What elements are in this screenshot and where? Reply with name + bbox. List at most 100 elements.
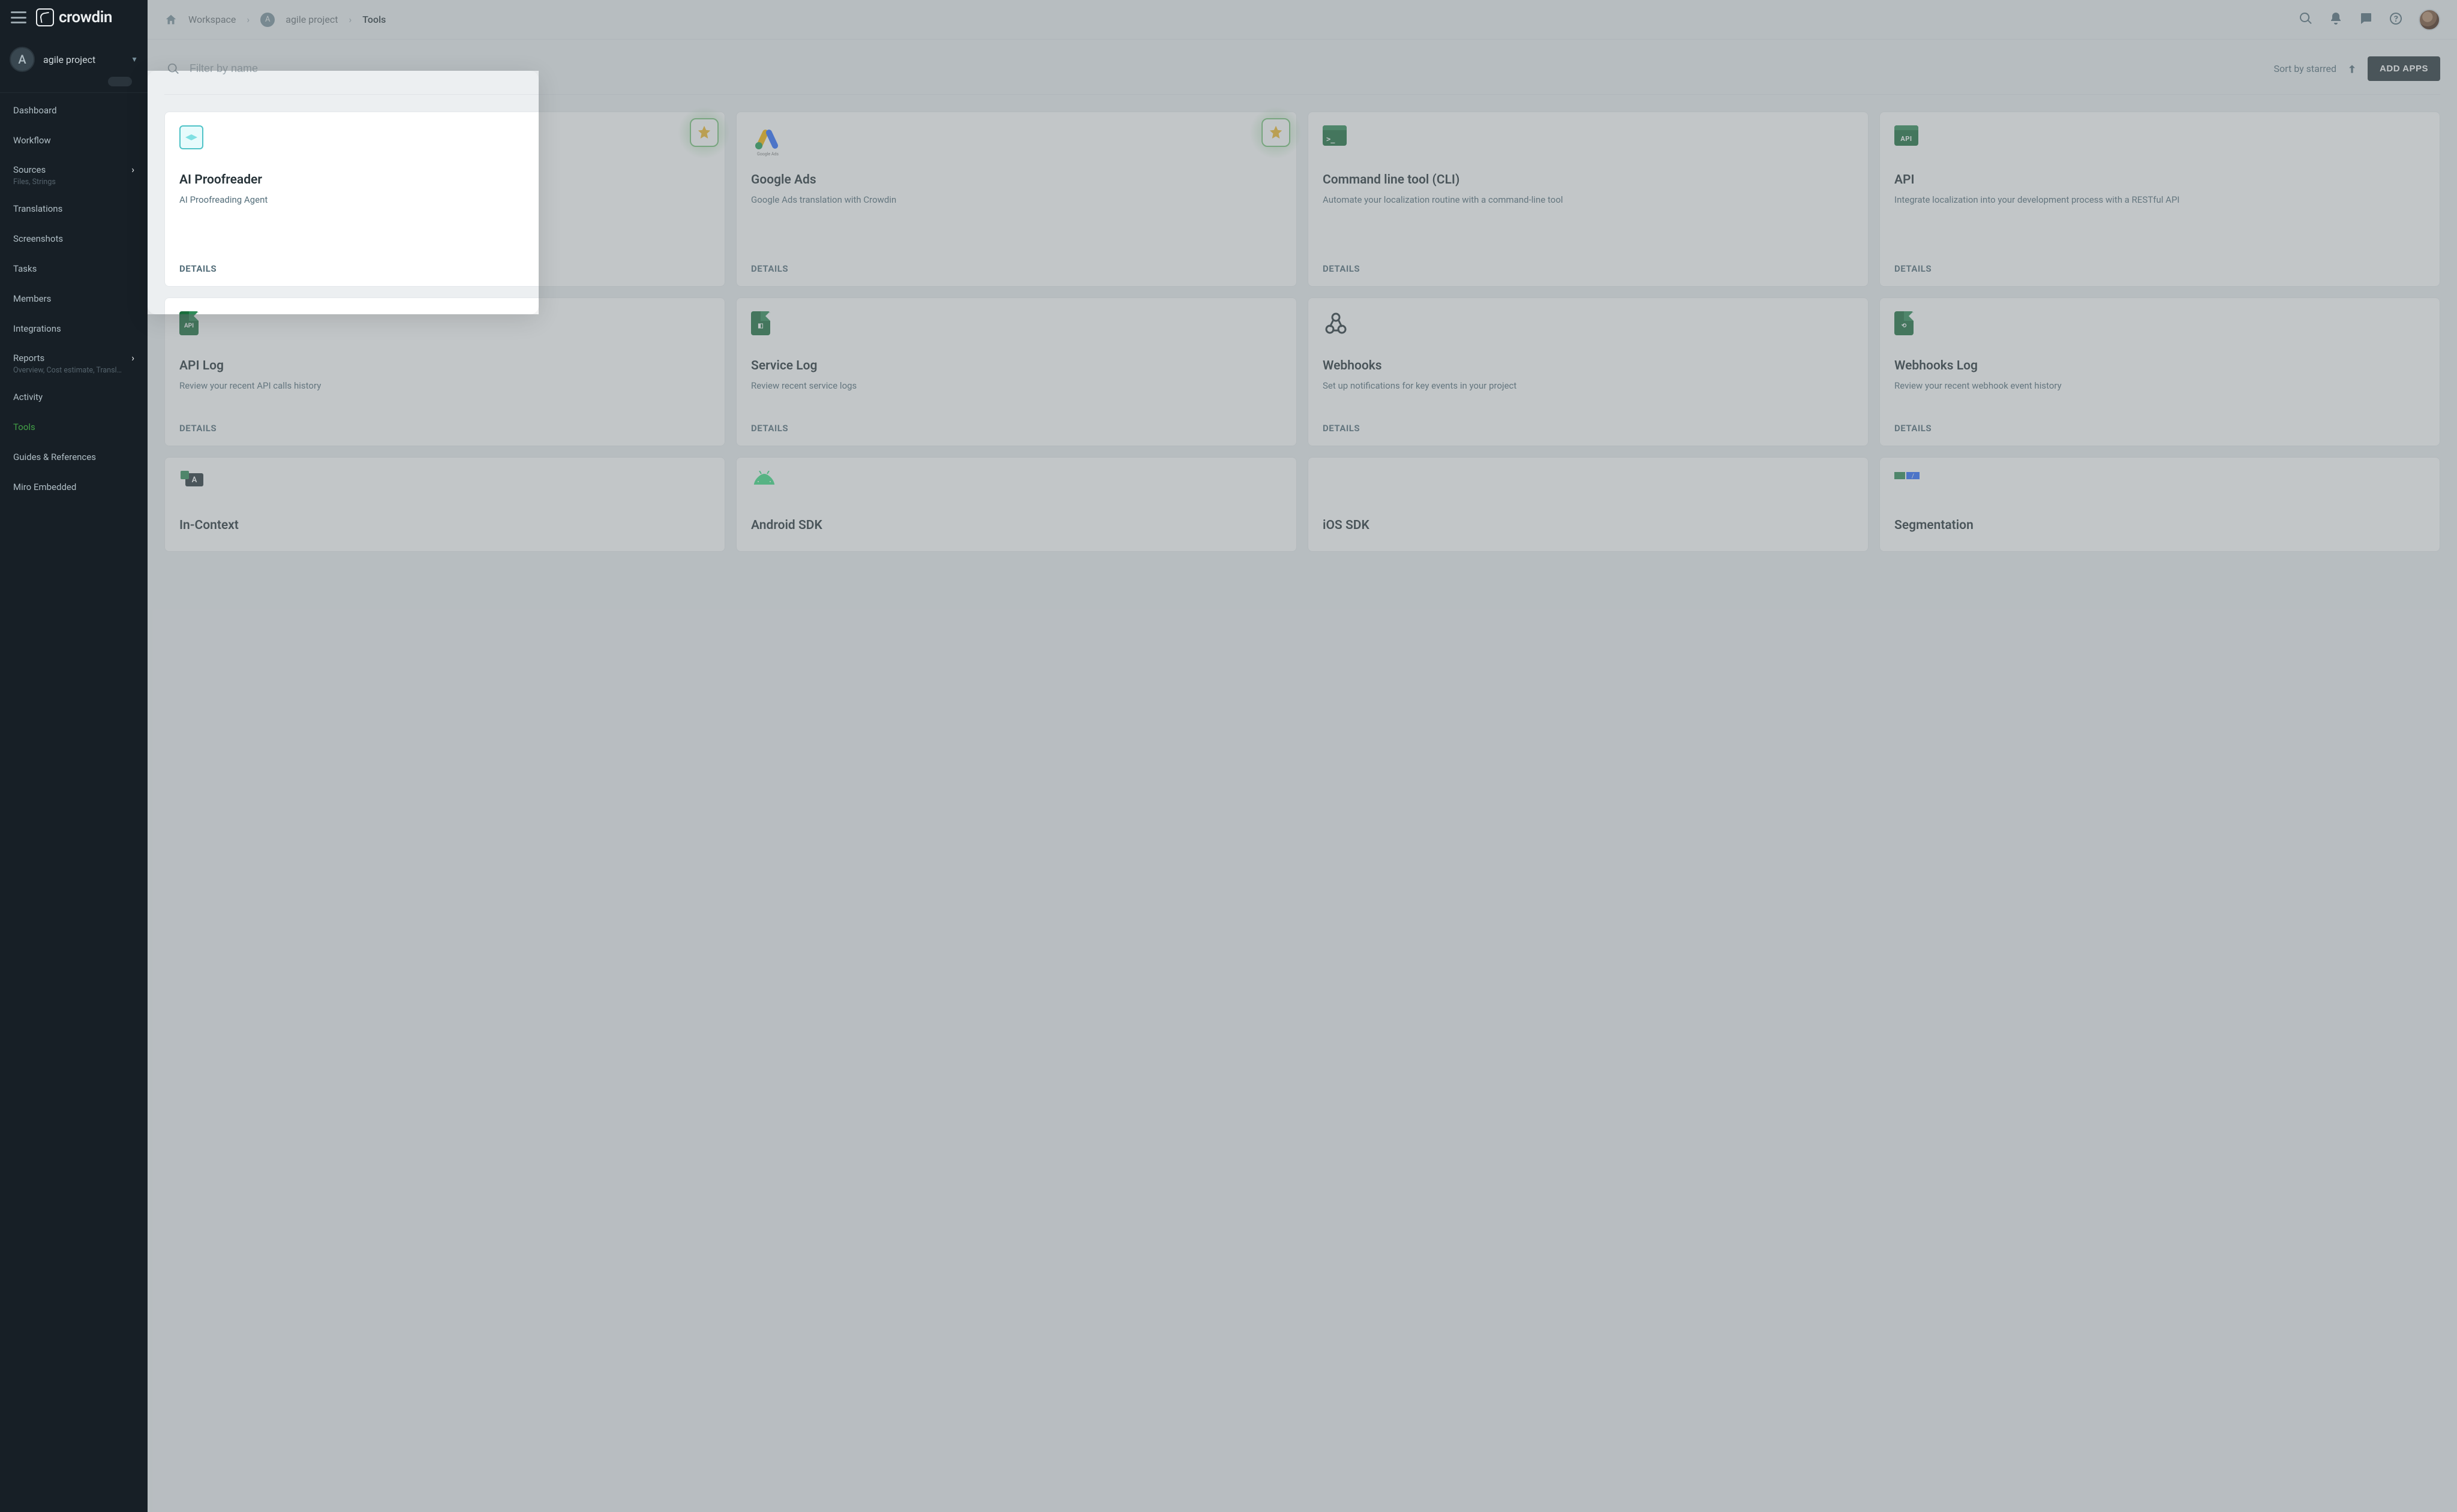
- sidebar-item-screenshots[interactable]: Screenshots: [0, 224, 148, 254]
- sidebar-item-integrations[interactable]: Integrations: [0, 314, 148, 344]
- brand-mark-icon: [36, 8, 54, 26]
- sidebar-item-workflow[interactable]: Workflow: [0, 125, 148, 155]
- card-desc: AI Proofreading Agent: [179, 194, 710, 207]
- card-desc: Google Ads translation with Crowdin: [751, 194, 1282, 207]
- card-title: API Log: [179, 358, 710, 374]
- sidebar-item-dashboard[interactable]: Dashboard: [0, 95, 148, 125]
- sidebar-item-label: Guides & References: [13, 452, 96, 462]
- card-title: Android SDK: [751, 518, 1282, 533]
- home-icon[interactable]: [164, 13, 178, 26]
- search-icon[interactable]: [2299, 11, 2313, 28]
- chevron-right-icon: ›: [247, 14, 250, 25]
- arrow-up-icon[interactable]: [2346, 63, 2358, 75]
- breadcrumb-project[interactable]: agile project: [286, 14, 338, 25]
- star-icon[interactable]: [1261, 118, 1290, 147]
- main: Workspace › A agile project › Tools: [148, 0, 2457, 1512]
- search-field[interactable]: [167, 62, 2264, 76]
- sidebar-item-translations[interactable]: Translations: [0, 194, 148, 224]
- card-title: Webhooks: [1323, 358, 1854, 374]
- card-google-ads[interactable]: Google Ads Google Ads Google Ads transla…: [736, 112, 1297, 287]
- sidebar: crowdin A agile project ▼ Dashboard Work…: [0, 0, 148, 1512]
- api-icon: [1894, 125, 1918, 146]
- details-button[interactable]: DETAILS: [1323, 423, 1360, 434]
- card-desc: Review your recent API calls history: [179, 380, 710, 393]
- card-title: iOS SDK: [1323, 518, 1854, 533]
- android-icon: [751, 471, 1282, 507]
- sort-label[interactable]: Sort by starred: [2274, 63, 2336, 74]
- sidebar-item-tools[interactable]: Tools: [0, 412, 148, 442]
- breadcrumb: Workspace › A agile project › Tools: [164, 13, 386, 27]
- card-title: Command line tool (CLI): [1323, 172, 1854, 188]
- apple-icon: [1323, 471, 1854, 507]
- sidebar-item-guides[interactable]: Guides & References: [0, 442, 148, 472]
- card-api-log[interactable]: API API Log Review your recent API calls…: [164, 297, 725, 446]
- card-desc: Set up notifications for key events in y…: [1323, 380, 1854, 393]
- card-android-sdk[interactable]: Android SDK: [736, 457, 1297, 552]
- card-title: Webhooks Log: [1894, 358, 2425, 374]
- tools-toolbar: Sort by starred ADD APPS: [164, 50, 2440, 95]
- project-badge: A: [10, 47, 35, 72]
- breadcrumb-workspace[interactable]: Workspace: [188, 14, 236, 25]
- sidebar-item-reports[interactable]: Reports› Overview, Cost estimate, Transl…: [0, 344, 148, 382]
- sidebar-item-sub: Overview, Cost estimate, Transl…: [13, 366, 134, 375]
- sidebar-item-label: Integrations: [13, 323, 61, 334]
- search-input[interactable]: [190, 62, 370, 75]
- card-desc: Automate your localization routine with …: [1323, 194, 1854, 207]
- sidebar-item-label: Tasks: [13, 263, 37, 274]
- project-name: agile project: [43, 54, 122, 65]
- breadcrumb-project-badge: A: [260, 13, 275, 27]
- card-desc: Review your recent webhook event history: [1894, 380, 2425, 393]
- svg-text:Google Ads: Google Ads: [757, 152, 779, 157]
- card-title: Service Log: [751, 358, 1282, 374]
- card-ios-sdk[interactable]: iOS SDK: [1308, 457, 1869, 552]
- sidebar-top: crowdin: [0, 0, 148, 32]
- sidebar-item-activity[interactable]: Activity: [0, 382, 148, 412]
- chevron-right-icon: ›: [349, 14, 352, 25]
- details-button[interactable]: DETAILS: [179, 423, 217, 434]
- search-icon: [167, 62, 180, 76]
- help-icon[interactable]: [2389, 11, 2403, 28]
- chat-icon[interactable]: [2359, 11, 2373, 28]
- terminal-icon: [1323, 125, 1347, 146]
- card-webhooks-log[interactable]: ⟲ Webhooks Log Review your recent webhoo…: [1879, 297, 2440, 446]
- details-button[interactable]: DETAILS: [1894, 423, 1932, 434]
- details-button[interactable]: DETAILS: [1894, 263, 1932, 274]
- chevron-right-icon: ›: [131, 164, 134, 175]
- avatar[interactable]: [2419, 9, 2440, 31]
- sidebar-item-sources[interactable]: Sources› Files, Strings: [0, 155, 148, 194]
- card-title: Google Ads: [751, 172, 1282, 188]
- card-api[interactable]: API Integrate localization into your dev…: [1879, 112, 2440, 287]
- sidebar-item-tasks[interactable]: Tasks: [0, 254, 148, 284]
- project-switcher[interactable]: A agile project ▼: [0, 38, 148, 80]
- chevron-down-icon: ▼: [131, 55, 138, 64]
- google-ads-icon: Google Ads: [751, 125, 1282, 161]
- sidebar-item-label: Workflow: [13, 135, 51, 146]
- sidebar-item-miro[interactable]: Miro Embedded: [0, 472, 148, 502]
- details-button[interactable]: DETAILS: [751, 423, 788, 434]
- menu-icon[interactable]: [11, 11, 26, 23]
- card-in-context[interactable]: A In-Context: [164, 457, 725, 552]
- sidebar-item-label: Reports: [13, 353, 44, 363]
- sidebar-item-members[interactable]: Members: [0, 284, 148, 314]
- topbar-actions: [2299, 9, 2440, 31]
- details-button[interactable]: DETAILS: [1323, 263, 1360, 274]
- card-title: API: [1894, 172, 2425, 188]
- sidebar-item-label: Translations: [13, 203, 62, 214]
- bell-icon[interactable]: [2329, 11, 2343, 28]
- card-webhooks[interactable]: Webhooks Set up notifications for key ev…: [1308, 297, 1869, 446]
- content: Sort by starred ADD APPS AI Proofreader …: [148, 40, 2457, 1512]
- details-button[interactable]: DETAILS: [751, 263, 788, 274]
- details-button[interactable]: DETAILS: [179, 263, 217, 274]
- card-desc: Integrate localization into your develop…: [1894, 194, 2425, 207]
- doc-service-icon: ◧: [751, 311, 770, 335]
- card-ai-proofreader[interactable]: AI Proofreader AI Proofreading Agent DET…: [164, 112, 725, 287]
- app-root: crowdin A agile project ▼ Dashboard Work…: [0, 0, 2457, 1512]
- webhook-icon: [1323, 311, 1854, 347]
- star-icon[interactable]: [690, 118, 719, 147]
- card-segmentation[interactable]: / Segmentation: [1879, 457, 2440, 552]
- add-apps-button[interactable]: ADD APPS: [2368, 56, 2440, 81]
- brand-logo[interactable]: crowdin: [36, 8, 112, 26]
- card-cli[interactable]: Command line tool (CLI) Automate your lo…: [1308, 112, 1869, 287]
- in-context-icon: A: [179, 471, 710, 507]
- card-service-log[interactable]: ◧ Service Log Review recent service logs…: [736, 297, 1297, 446]
